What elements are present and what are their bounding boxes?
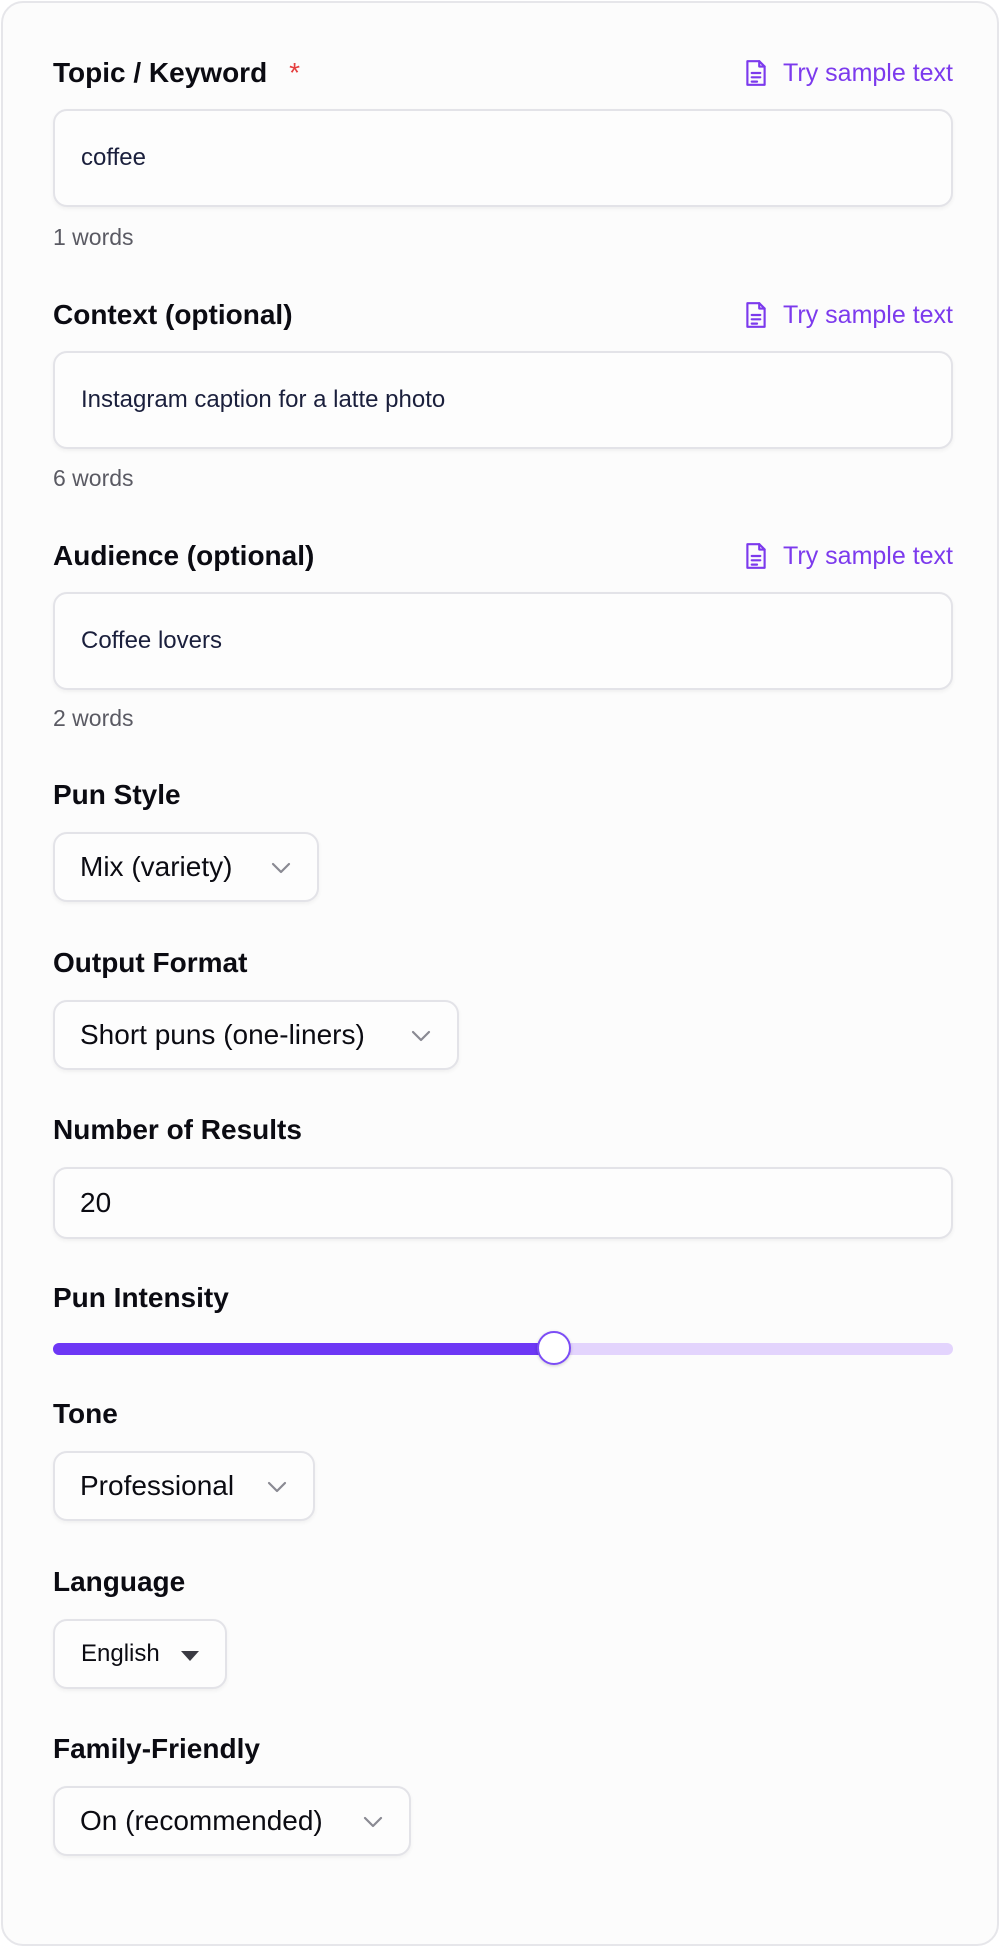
- context-input[interactable]: Instagram caption for a latte photo: [53, 351, 953, 449]
- language-label: Language: [53, 1566, 186, 1597]
- language-select[interactable]: English: [53, 1619, 227, 1689]
- audience-label: Audience (optional): [53, 540, 315, 571]
- output-format-selected-value: Short puns (one-liners): [80, 1019, 365, 1050]
- caret-down-icon: [181, 1651, 199, 1661]
- form-card: Topic / Keyword * Try sample text coffee …: [1, 1, 999, 1946]
- try-sample-text-label: Try sample text: [783, 300, 953, 329]
- document-text-icon: [746, 302, 766, 328]
- required-asterisk: *: [289, 57, 301, 88]
- try-sample-text-label: Try sample text: [783, 58, 953, 87]
- pun-intensity-label: Pun Intensity: [53, 1282, 229, 1313]
- language-selected-value: English: [81, 1640, 160, 1667]
- slider-thumb[interactable]: [537, 1331, 572, 1365]
- topic-label-row: Topic / Keyword * Try sample text: [53, 53, 953, 93]
- pun-style-select[interactable]: Mix (variety): [53, 832, 319, 902]
- document-text-icon: [746, 543, 766, 569]
- pun-style-selected-value: Mix (variety): [80, 851, 233, 882]
- tone-select[interactable]: Professional: [53, 1451, 315, 1521]
- topic-label-text: Topic / Keyword: [53, 57, 268, 88]
- output-format-select[interactable]: Short puns (one-liners): [53, 1000, 459, 1070]
- audience-word-count: 2 words: [53, 705, 134, 731]
- topic-label: Topic / Keyword *: [53, 57, 300, 89]
- pun-intensity-slider[interactable]: [53, 1331, 953, 1365]
- context-word-count: 6 words: [53, 465, 134, 491]
- slider-fill: [53, 1343, 555, 1355]
- chevron-down-icon: [363, 1816, 383, 1828]
- topic-input[interactable]: coffee: [53, 109, 953, 207]
- context-try-sample-link[interactable]: Try sample text: [743, 301, 953, 330]
- context-label: Context (optional): [53, 299, 293, 330]
- chevron-down-icon: [411, 1030, 431, 1042]
- family-friendly-label: Family-Friendly: [53, 1733, 260, 1764]
- context-label-row: Context (optional) Try sample text: [53, 295, 953, 335]
- family-friendly-selected-value: On (recommended): [80, 1805, 323, 1836]
- document-text-icon: [746, 60, 766, 86]
- try-sample-text-label: Try sample text: [783, 541, 953, 570]
- tone-selected-value: Professional: [80, 1470, 235, 1501]
- tone-label: Tone: [53, 1398, 118, 1429]
- pun-style-label: Pun Style: [53, 779, 181, 810]
- family-friendly-select[interactable]: On (recommended): [53, 1786, 411, 1856]
- chevron-down-icon: [267, 1481, 287, 1493]
- topic-try-sample-link[interactable]: Try sample text: [743, 59, 953, 88]
- output-format-label: Output Format: [53, 947, 248, 978]
- number-of-results-input[interactable]: 20: [53, 1167, 953, 1239]
- topic-word-count: 1 words: [53, 224, 134, 250]
- chevron-down-icon: [271, 862, 291, 874]
- number-of-results-label: Number of Results: [53, 1114, 302, 1145]
- audience-input[interactable]: Coffee lovers: [53, 592, 953, 690]
- audience-label-row: Audience (optional) Try sample text: [53, 536, 953, 576]
- audience-try-sample-link[interactable]: Try sample text: [743, 542, 953, 571]
